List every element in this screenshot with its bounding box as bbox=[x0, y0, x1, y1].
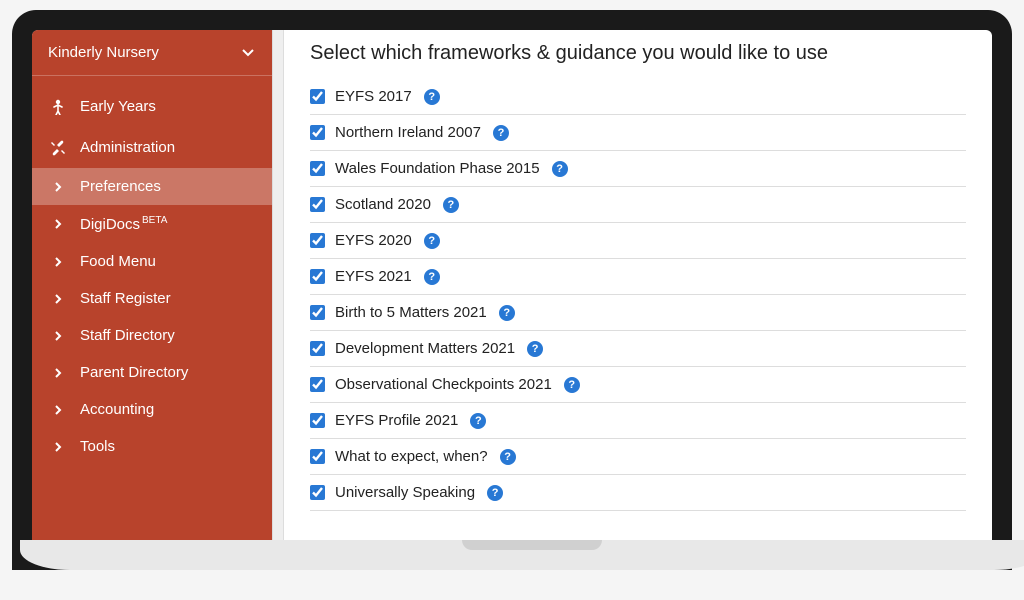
framework-item: EYFS 2017 ? bbox=[310, 79, 966, 115]
framework-item: Development Matters 2021 ? bbox=[310, 331, 966, 367]
sidebar-subitem-preferences[interactable]: Preferences bbox=[32, 168, 272, 205]
child-icon bbox=[50, 99, 66, 115]
framework-item: Universally Speaking ? bbox=[310, 475, 966, 511]
chevron-down-icon bbox=[240, 49, 256, 57]
sidebar-subitem-label: Staff Register bbox=[80, 290, 171, 307]
sidebar-item-label: Early Years bbox=[80, 98, 156, 115]
main-content: Select which frameworks & guidance you w… bbox=[284, 30, 992, 540]
framework-item: Wales Foundation Phase 2015 ? bbox=[310, 151, 966, 187]
chevron-right-icon bbox=[50, 331, 66, 341]
framework-checkbox[interactable] bbox=[310, 485, 325, 500]
laptop-frame: Kinderly Nursery Early Years Administra bbox=[12, 10, 1012, 570]
sidebar-subitem-label: Food Menu bbox=[80, 253, 156, 270]
chevron-right-icon bbox=[50, 405, 66, 415]
sidebar-subitem-label: Parent Directory bbox=[80, 364, 188, 381]
framework-item: EYFS 2021 ? bbox=[310, 259, 966, 295]
sidebar-subitem-staff-register[interactable]: Staff Register bbox=[32, 280, 272, 317]
sidebar-subitem-staff-directory[interactable]: Staff Directory bbox=[32, 317, 272, 354]
framework-item: Scotland 2020 ? bbox=[310, 187, 966, 223]
chevron-right-icon bbox=[50, 442, 66, 452]
framework-label: Wales Foundation Phase 2015 bbox=[335, 160, 540, 177]
chevron-right-icon bbox=[50, 294, 66, 304]
framework-item: Northern Ireland 2007 ? bbox=[310, 115, 966, 151]
framework-checkbox[interactable] bbox=[310, 125, 325, 140]
laptop-base bbox=[20, 540, 1024, 570]
chevron-right-icon bbox=[50, 368, 66, 378]
framework-label: EYFS 2017 bbox=[335, 88, 412, 105]
framework-label: Development Matters 2021 bbox=[335, 340, 515, 357]
sidebar-subnav: Preferences DigiDocsBETA bbox=[32, 168, 272, 465]
chevron-right-icon bbox=[50, 257, 66, 267]
framework-item: What to expect, when? ? bbox=[310, 439, 966, 475]
sidebar-subitem-parent-directory[interactable]: Parent Directory bbox=[32, 354, 272, 391]
framework-label: What to expect, when? bbox=[335, 448, 488, 465]
help-icon[interactable]: ? bbox=[424, 89, 440, 105]
page-title: Select which frameworks & guidance you w… bbox=[310, 42, 966, 65]
framework-checkbox[interactable] bbox=[310, 197, 325, 212]
help-icon[interactable]: ? bbox=[470, 413, 486, 429]
tools-icon bbox=[50, 140, 66, 156]
help-icon[interactable]: ? bbox=[564, 377, 580, 393]
framework-label: Universally Speaking bbox=[335, 484, 475, 501]
framework-checkbox[interactable] bbox=[310, 233, 325, 248]
framework-checkbox[interactable] bbox=[310, 89, 325, 104]
help-icon[interactable]: ? bbox=[499, 305, 515, 321]
sidebar-subitem-label: Accounting bbox=[80, 401, 154, 418]
sidebar-subitem-label: Staff Directory bbox=[80, 327, 175, 344]
chevron-right-icon bbox=[50, 219, 66, 229]
sidebar-subitem-food-menu[interactable]: Food Menu bbox=[32, 243, 272, 280]
framework-item: EYFS Profile 2021 ? bbox=[310, 403, 966, 439]
org-name: Kinderly Nursery bbox=[48, 44, 159, 61]
framework-checkbox[interactable] bbox=[310, 305, 325, 320]
sidebar-subitem-accounting[interactable]: Accounting bbox=[32, 391, 272, 428]
sidebar: Kinderly Nursery Early Years Administra bbox=[32, 30, 272, 540]
framework-label: Northern Ireland 2007 bbox=[335, 124, 481, 141]
beta-badge: BETA bbox=[142, 215, 167, 226]
framework-checkbox[interactable] bbox=[310, 161, 325, 176]
framework-checkbox[interactable] bbox=[310, 341, 325, 356]
sidebar-subitem-tools[interactable]: Tools bbox=[32, 428, 272, 465]
help-icon[interactable]: ? bbox=[493, 125, 509, 141]
scrollbar[interactable] bbox=[272, 30, 284, 540]
framework-list: EYFS 2017 ? Northern Ireland 2007 ? Wale… bbox=[310, 79, 966, 511]
sidebar-subitem-label: Preferences bbox=[80, 178, 161, 195]
framework-item: Observational Checkpoints 2021 ? bbox=[310, 367, 966, 403]
help-icon[interactable]: ? bbox=[443, 197, 459, 213]
help-icon[interactable]: ? bbox=[424, 269, 440, 285]
sidebar-subitem-digidocs[interactable]: DigiDocsBETA bbox=[32, 205, 272, 243]
framework-label: EYFS Profile 2021 bbox=[335, 412, 458, 429]
laptop-notch bbox=[462, 540, 602, 550]
help-icon[interactable]: ? bbox=[527, 341, 543, 357]
org-switcher[interactable]: Kinderly Nursery bbox=[32, 30, 272, 76]
framework-label: Birth to 5 Matters 2021 bbox=[335, 304, 487, 321]
help-icon[interactable]: ? bbox=[424, 233, 440, 249]
sidebar-subitem-label: Tools bbox=[80, 438, 115, 455]
framework-item: EYFS 2020 ? bbox=[310, 223, 966, 259]
framework-label: Observational Checkpoints 2021 bbox=[335, 376, 552, 393]
help-icon[interactable]: ? bbox=[487, 485, 503, 501]
framework-label: EYFS 2020 bbox=[335, 232, 412, 249]
framework-item: Birth to 5 Matters 2021 ? bbox=[310, 295, 966, 331]
help-icon[interactable]: ? bbox=[500, 449, 516, 465]
framework-checkbox[interactable] bbox=[310, 377, 325, 392]
chevron-right-icon bbox=[50, 182, 66, 192]
sidebar-item-early-years[interactable]: Early Years bbox=[32, 86, 272, 127]
sidebar-item-administration[interactable]: Administration bbox=[32, 127, 272, 168]
framework-checkbox[interactable] bbox=[310, 269, 325, 284]
sidebar-subitem-label: DigiDocsBETA bbox=[80, 215, 167, 233]
framework-checkbox[interactable] bbox=[310, 413, 325, 428]
help-icon[interactable]: ? bbox=[552, 161, 568, 177]
sidebar-item-label: Administration bbox=[80, 139, 175, 156]
app-window: Kinderly Nursery Early Years Administra bbox=[32, 30, 992, 540]
framework-label: Scotland 2020 bbox=[335, 196, 431, 213]
framework-checkbox[interactable] bbox=[310, 449, 325, 464]
framework-label: EYFS 2021 bbox=[335, 268, 412, 285]
sidebar-nav: Early Years Administration Preferences bbox=[32, 76, 272, 465]
